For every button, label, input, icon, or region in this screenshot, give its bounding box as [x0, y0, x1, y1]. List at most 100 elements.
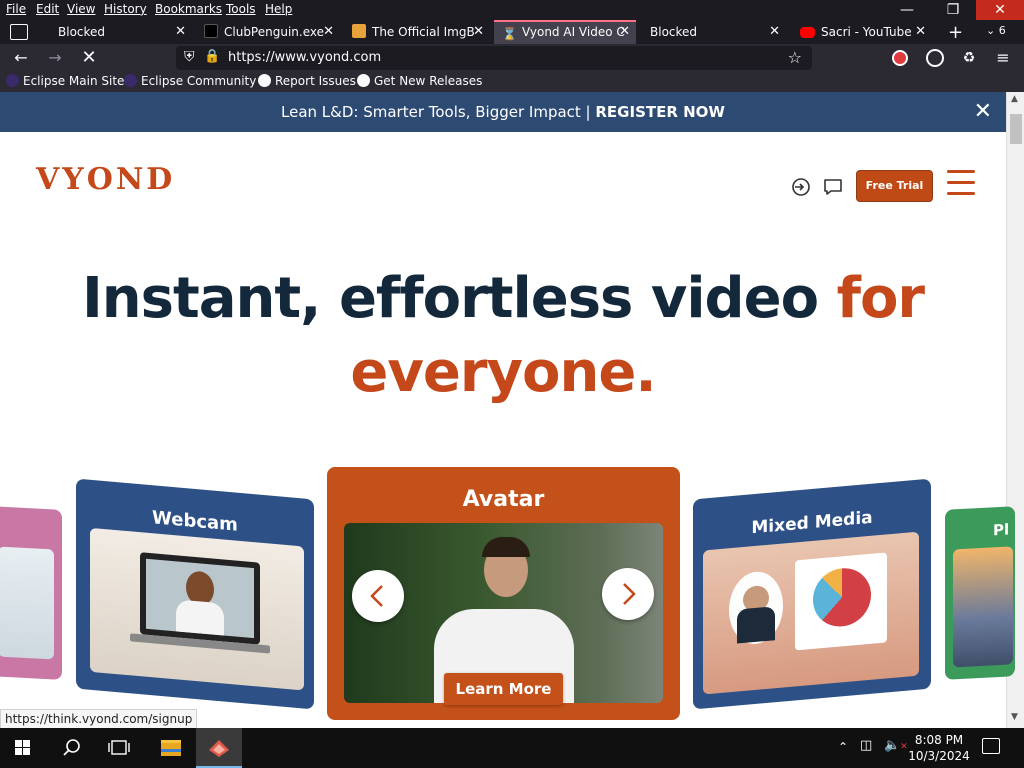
bookmark-report-issues[interactable]: Report Issues: [258, 74, 356, 88]
menu-bookmarks[interactable]: Bookmarks: [155, 2, 222, 16]
chat-icon[interactable]: [822, 176, 844, 198]
card-image: [703, 531, 919, 695]
headline-accent: for: [836, 266, 925, 331]
extensions-icon[interactable]: ♻: [958, 48, 980, 68]
eclipse-icon: [124, 74, 137, 87]
close-tab-icon[interactable]: ✕: [915, 20, 926, 44]
carousel-prev-button[interactable]: [352, 570, 404, 622]
chevron-up-icon[interactable]: ⌃: [838, 740, 848, 754]
carousel-card-avatar[interactable]: Avatar Learn More: [327, 467, 680, 720]
url-bar[interactable]: ⛨ 🔒 https://www.vyond.com ☆: [176, 46, 812, 70]
start-button[interactable]: [0, 728, 46, 768]
tab-blocked-1[interactable]: Blocked ✕: [40, 20, 192, 44]
bookmark-get-new-releases[interactable]: Get New Releases: [357, 74, 482, 88]
bookmark-star-icon[interactable]: ☆: [788, 48, 802, 67]
url-text: https://www.vyond.com: [228, 50, 382, 65]
hero-headline: Instant, effortless video for everyone.: [0, 262, 1006, 410]
sign-in-icon[interactable]: [790, 176, 812, 198]
restore-icon[interactable]: ❐: [930, 0, 976, 20]
vyond-logo[interactable]: VYOND: [36, 162, 175, 197]
laptop-image: [140, 552, 260, 645]
windows-taskbar: ⌃ ◫ 🔈✕ 8:08 PM 10/3/2024: [0, 728, 1024, 768]
lock-icon[interactable]: 🔒: [204, 49, 220, 64]
file-explorer-button[interactable]: [148, 728, 194, 768]
close-icon[interactable]: ✕: [974, 92, 992, 132]
folder-icon: [161, 740, 181, 756]
card-image: [0, 546, 54, 660]
menu-help[interactable]: Help: [265, 2, 292, 16]
carousel-card-partial-left[interactable]: [0, 506, 62, 680]
close-tab-icon[interactable]: ✕: [619, 22, 630, 42]
system-clock[interactable]: 8:08 PM 10/3/2024: [906, 732, 972, 764]
bookmark-label: Report Issues: [275, 74, 356, 88]
tab-label: Vyond AI Video C: [522, 25, 625, 39]
promo-banner[interactable]: Lean L&D: Smarter Tools, Bigger Impact |…: [0, 92, 1006, 132]
tab-blocked-2[interactable]: Blocked ✕: [640, 20, 786, 44]
tab-label: Sacri - YouTube: [821, 25, 912, 39]
stop-loading-icon[interactable]: ✕: [78, 48, 100, 68]
carousel-next-button[interactable]: [602, 568, 654, 620]
minimize-icon[interactable]: —: [884, 0, 930, 20]
youtube-icon: [800, 27, 815, 38]
chevron-right-icon: [623, 583, 636, 605]
volume-muted-icon[interactable]: 🔈✕: [884, 738, 908, 753]
scroll-down-icon[interactable]: ▼: [1011, 712, 1018, 722]
record-extension-icon[interactable]: [892, 50, 908, 66]
scroll-thumb[interactable]: [1010, 114, 1022, 144]
firefox-view-icon[interactable]: [10, 24, 28, 40]
tab-clubpenguin[interactable]: ClubPenguin.exe ✕: [196, 20, 340, 44]
free-trial-button[interactable]: Free Trial: [856, 170, 933, 202]
card-image: [953, 546, 1013, 668]
notification-icon[interactable]: [982, 738, 1000, 754]
bookmarks-bar: Eclipse Main Site Eclipse Community Repo…: [0, 72, 1024, 92]
carousel-card-partial-right[interactable]: Pl: [945, 506, 1015, 680]
carousel-card-mixed-media[interactable]: Mixed Media: [693, 478, 931, 710]
shield-icon[interactable]: ⛨: [184, 49, 195, 65]
tab-list-button[interactable]: ⌄ 6: [986, 24, 1006, 37]
scroll-up-icon[interactable]: ▲: [1011, 94, 1018, 104]
banner-text: Lean L&D: Smarter Tools, Bigger Impact |: [281, 103, 596, 121]
tab-label: ClubPenguin.exe: [224, 25, 324, 39]
app-menu-icon[interactable]: ≡: [992, 48, 1014, 68]
account-icon[interactable]: [926, 49, 944, 67]
menu-file[interactable]: File: [6, 2, 26, 16]
headline-accent: everyone.: [350, 340, 656, 405]
bookmark-eclipse-main[interactable]: Eclipse Main Site: [6, 74, 124, 88]
carousel-card-webcam[interactable]: Webcam: [76, 478, 314, 710]
menu-tools[interactable]: Tools: [226, 2, 256, 16]
bookmark-label: Eclipse Community: [141, 74, 257, 88]
tab-youtube[interactable]: Sacri - YouTube ✕: [792, 20, 932, 44]
register-now-link[interactable]: REGISTER NOW: [595, 103, 725, 121]
tab-imgbb[interactable]: The Official ImgB ✕: [344, 20, 490, 44]
close-tab-icon[interactable]: ✕: [769, 20, 780, 44]
tab-label: Blocked: [650, 25, 698, 39]
browser-app-icon: [209, 740, 229, 757]
network-icon[interactable]: ◫: [860, 738, 872, 753]
tab-label: Blocked: [58, 25, 106, 39]
close-tab-icon[interactable]: ✕: [175, 20, 186, 44]
firefox-taskbar-button[interactable]: [196, 728, 242, 768]
close-tab-icon[interactable]: ✕: [323, 20, 334, 44]
close-window-icon[interactable]: ✕: [976, 0, 1024, 20]
menu-history[interactable]: History: [104, 2, 147, 16]
card-image: [90, 527, 304, 691]
learn-more-button[interactable]: Learn More: [444, 673, 563, 705]
clock-date: 10/3/2024: [908, 749, 970, 763]
hamburger-menu-icon[interactable]: [947, 170, 975, 196]
close-tab-icon[interactable]: ✕: [473, 20, 484, 44]
github-icon: [357, 74, 370, 87]
forward-icon[interactable]: →: [44, 48, 66, 68]
bookmark-eclipse-community[interactable]: Eclipse Community: [124, 74, 256, 88]
search-button[interactable]: [48, 728, 94, 768]
link-status-bar: https://think.vyond.com/signup: [0, 709, 198, 729]
task-view-button[interactable]: [96, 728, 142, 768]
menu-view[interactable]: View: [67, 2, 95, 16]
menu-edit[interactable]: Edit: [36, 2, 59, 16]
new-tab-icon[interactable]: +: [948, 22, 963, 43]
tab-favicon: [352, 24, 366, 38]
card-title: Avatar: [462, 487, 545, 512]
tab-vyond[interactable]: ⌛ Vyond AI Video C ✕: [494, 20, 636, 44]
bookmark-label: Eclipse Main Site: [23, 74, 125, 88]
navigation-bar: ← → ✕ ⛨ 🔒 https://www.vyond.com ☆ ♻ ≡: [0, 44, 1024, 72]
back-icon[interactable]: ←: [10, 48, 32, 68]
